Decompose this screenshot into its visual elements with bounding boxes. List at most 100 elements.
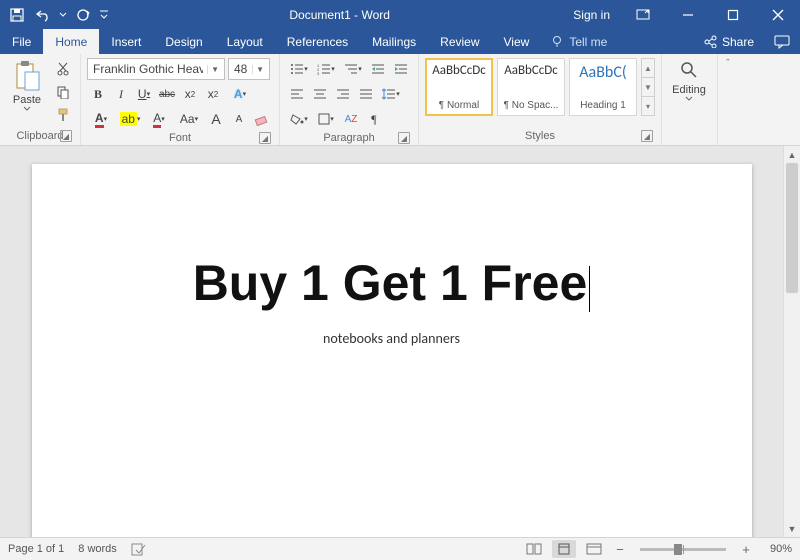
tell-me-search[interactable]: Tell me bbox=[541, 29, 617, 54]
borders-button[interactable]: ▾ bbox=[313, 108, 339, 130]
font-dialog-launcher[interactable]: ◢ bbox=[259, 132, 271, 144]
tab-file[interactable]: File bbox=[0, 29, 43, 54]
align-center-button[interactable] bbox=[309, 83, 331, 105]
increase-indent-button[interactable] bbox=[390, 58, 412, 80]
styles-dialog-launcher[interactable]: ◢ bbox=[641, 130, 653, 142]
zoom-out-button[interactable]: − bbox=[612, 541, 628, 557]
paragraph-dialog-launcher[interactable]: ◢ bbox=[398, 132, 410, 144]
superscript-button[interactable]: x2 bbox=[202, 83, 224, 105]
paste-button[interactable]: Paste bbox=[6, 58, 48, 114]
maximize-button[interactable] bbox=[710, 0, 755, 29]
sort-button[interactable]: AZ bbox=[340, 108, 362, 130]
scroll-up-icon[interactable]: ▲ bbox=[784, 146, 800, 163]
page-indicator[interactable]: Page 1 of 1 bbox=[8, 543, 64, 555]
headline-text[interactable]: Buy 1 Get 1 Free bbox=[92, 254, 692, 312]
change-case-button[interactable]: Aa▾ bbox=[174, 108, 204, 130]
titlebar-title: Document1 - Word bbox=[116, 8, 563, 22]
bucket-icon bbox=[290, 113, 304, 125]
undo-icon[interactable] bbox=[32, 4, 54, 26]
decrease-indent-button[interactable] bbox=[367, 58, 389, 80]
subline-text[interactable]: notebooks and planners bbox=[92, 330, 692, 347]
tab-review[interactable]: Review bbox=[428, 29, 491, 54]
collapse-ribbon-icon[interactable]: ˆ bbox=[718, 54, 738, 145]
titlebar: Document1 - Word Sign in bbox=[0, 0, 800, 29]
zoom-level[interactable]: 90% bbox=[760, 543, 792, 555]
bold-button[interactable]: B bbox=[87, 83, 109, 105]
web-layout-icon[interactable] bbox=[582, 540, 606, 558]
comments-icon[interactable] bbox=[764, 29, 800, 54]
show-marks-button[interactable]: ¶ bbox=[363, 108, 385, 130]
shrink-font-button[interactable]: A bbox=[228, 108, 250, 130]
tab-mailings[interactable]: Mailings bbox=[360, 29, 428, 54]
undo-dropdown-icon[interactable] bbox=[58, 4, 68, 26]
clipboard-dialog-launcher[interactable]: ◢ bbox=[60, 130, 72, 142]
document-scroll[interactable]: Buy 1 Get 1 Free notebooks and planners bbox=[0, 146, 783, 537]
gallery-down-icon[interactable]: ▼ bbox=[642, 78, 654, 97]
scroll-thumb[interactable] bbox=[786, 163, 798, 293]
gallery-up-icon[interactable]: ▲ bbox=[642, 59, 654, 78]
font-color2-button[interactable]: A ▾ bbox=[145, 108, 173, 130]
align-left-button[interactable] bbox=[286, 83, 308, 105]
line-spacing-button[interactable]: ▾ bbox=[378, 83, 404, 105]
justify-button[interactable] bbox=[355, 83, 377, 105]
page[interactable]: Buy 1 Get 1 Free notebooks and planners bbox=[32, 164, 752, 537]
underline-button[interactable]: U ▾ bbox=[133, 83, 155, 105]
bullets-button[interactable]: ▾ bbox=[286, 58, 312, 80]
italic-button[interactable]: I bbox=[110, 83, 132, 105]
sign-in-link[interactable]: Sign in bbox=[563, 8, 620, 22]
qat-customize-icon[interactable] bbox=[98, 4, 110, 26]
copy-icon bbox=[56, 85, 70, 99]
vertical-scrollbar[interactable]: ▲ ▼ bbox=[783, 146, 800, 537]
format-painter-button[interactable] bbox=[52, 104, 74, 126]
word-count[interactable]: 8 words bbox=[78, 543, 117, 555]
font-size-combo[interactable]: 48▼ bbox=[228, 58, 270, 80]
tab-home[interactable]: Home bbox=[43, 29, 99, 54]
strikethrough-button[interactable]: abc bbox=[156, 83, 178, 105]
share-button[interactable]: Share bbox=[694, 29, 764, 54]
font-color-button[interactable]: A ▾ bbox=[87, 108, 115, 130]
proofing-icon[interactable] bbox=[131, 542, 147, 556]
chevron-down-icon[interactable]: ▼ bbox=[252, 65, 267, 74]
shading-button[interactable]: ▾ bbox=[286, 108, 312, 130]
chevron-down-icon bbox=[23, 106, 31, 112]
font-name-combo[interactable]: Franklin Gothic Heavy▼ bbox=[87, 58, 225, 80]
style-normal[interactable]: AaBbCcDc ¶ Normal bbox=[425, 58, 493, 116]
copy-button[interactable] bbox=[52, 81, 74, 103]
text-effects-button[interactable]: A ▾ bbox=[225, 83, 255, 105]
clear-formatting-button[interactable] bbox=[251, 108, 273, 130]
align-right-button[interactable] bbox=[332, 83, 354, 105]
print-layout-icon[interactable] bbox=[552, 540, 576, 558]
grow-font-button[interactable]: A bbox=[205, 108, 227, 130]
group-label-clipboard: Clipboard bbox=[16, 130, 63, 142]
zoom-knob[interactable] bbox=[674, 544, 682, 555]
redo-icon[interactable] bbox=[72, 4, 94, 26]
svg-text:3: 3 bbox=[317, 71, 320, 75]
tab-view[interactable]: View bbox=[492, 29, 542, 54]
close-button[interactable] bbox=[755, 0, 800, 29]
style-no-spacing[interactable]: AaBbCcDc ¶ No Spac... bbox=[497, 58, 565, 116]
group-editing: Editing bbox=[662, 54, 718, 145]
search-icon bbox=[679, 60, 699, 80]
subscript-button[interactable]: x2 bbox=[179, 83, 201, 105]
tab-references[interactable]: References bbox=[275, 29, 360, 54]
editing-button[interactable]: Editing bbox=[668, 58, 710, 104]
multilevel-list-button[interactable]: ▾ bbox=[340, 58, 366, 80]
scroll-down-icon[interactable]: ▼ bbox=[784, 520, 800, 537]
chevron-down-icon[interactable]: ▼ bbox=[207, 65, 222, 74]
cut-button[interactable] bbox=[52, 58, 74, 80]
gallery-more-icon[interactable]: ▾ bbox=[642, 97, 654, 115]
tab-insert[interactable]: Insert bbox=[99, 29, 153, 54]
style-heading-1[interactable]: AaBbC( Heading 1 bbox=[569, 58, 637, 116]
minimize-button[interactable] bbox=[665, 0, 710, 29]
zoom-slider[interactable] bbox=[640, 548, 726, 551]
group-styles: AaBbCcDc ¶ Normal AaBbCcDc ¶ No Spac... … bbox=[419, 54, 662, 145]
highlight-button[interactable]: ab ▾ bbox=[116, 108, 144, 130]
zoom-in-button[interactable]: + bbox=[738, 541, 754, 557]
save-icon[interactable] bbox=[6, 4, 28, 26]
numbering-button[interactable]: 123▾ bbox=[313, 58, 339, 80]
ribbon-display-options-icon[interactable] bbox=[620, 0, 665, 29]
tab-design[interactable]: Design bbox=[153, 29, 214, 54]
scroll-track[interactable] bbox=[784, 163, 800, 520]
read-mode-icon[interactable] bbox=[522, 540, 546, 558]
tab-layout[interactable]: Layout bbox=[215, 29, 275, 54]
